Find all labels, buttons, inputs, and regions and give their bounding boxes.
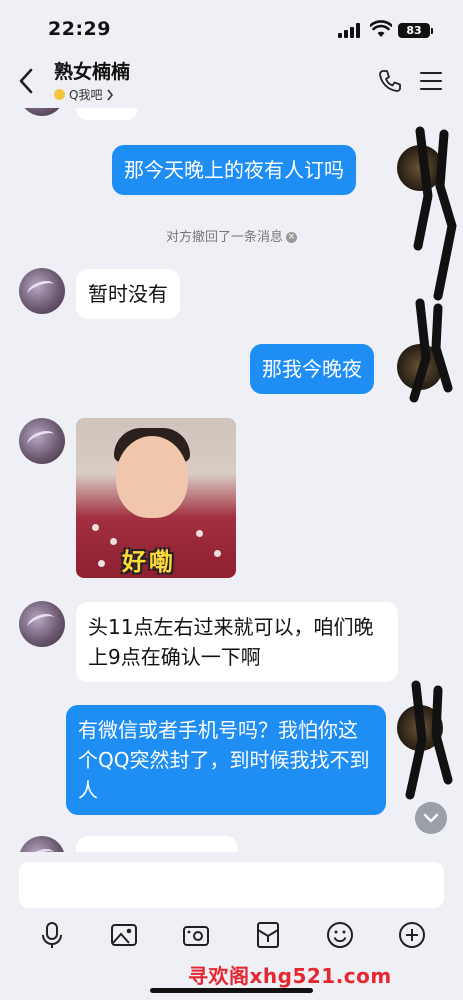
contact-avatar[interactable] bbox=[19, 836, 65, 853]
sticker-face bbox=[116, 436, 188, 518]
message-bubble-incoming[interactable]: 暂时没有 bbox=[76, 269, 180, 319]
input-toolbar: 寻欢阁xhg521.com bbox=[0, 852, 463, 1000]
home-indicator[interactable] bbox=[150, 988, 313, 993]
watermark-text: 寻欢阁xhg521.com bbox=[188, 964, 392, 988]
chevron-right-icon bbox=[107, 89, 114, 100]
avatar-decoration-icon bbox=[413, 126, 457, 301]
emoji-status-icon bbox=[54, 89, 65, 100]
status-time: 22:29 bbox=[48, 18, 111, 40]
status-bar: 22:29 83 bbox=[0, 0, 463, 50]
red-packet-icon[interactable] bbox=[253, 920, 283, 950]
chat-header: 熟女楠楠 Q我吧 bbox=[0, 50, 463, 108]
wifi-icon bbox=[370, 20, 392, 37]
battery-indicator: 83 bbox=[398, 23, 430, 38]
microphone-icon[interactable] bbox=[37, 920, 67, 950]
sticker-caption: 好嘞 bbox=[122, 548, 176, 576]
status-text: Q我吧 bbox=[69, 88, 103, 102]
avatar-decoration-icon bbox=[409, 298, 453, 403]
recall-close-icon[interactable]: × bbox=[286, 232, 297, 243]
contact-status[interactable]: Q我吧 bbox=[54, 86, 114, 103]
camera-icon[interactable] bbox=[181, 920, 211, 950]
contact-avatar[interactable] bbox=[19, 601, 65, 647]
recall-text: 对方撤回了一条消息 bbox=[165, 230, 283, 245]
avatar-decoration-icon bbox=[405, 680, 453, 800]
scroll-to-bottom-button[interactable] bbox=[415, 802, 447, 834]
emoji-icon[interactable] bbox=[325, 920, 355, 950]
phone-call-button[interactable] bbox=[377, 68, 403, 94]
contact-name[interactable]: 熟女楠楠 bbox=[54, 57, 130, 84]
menu-button[interactable] bbox=[420, 72, 442, 90]
contact-avatar[interactable] bbox=[19, 418, 65, 464]
message-input[interactable] bbox=[19, 862, 444, 908]
contact-avatar[interactable] bbox=[19, 268, 65, 314]
system-message: 对方撤回了一条消息 × bbox=[0, 226, 463, 245]
plus-icon[interactable] bbox=[397, 920, 427, 950]
message-bubble-outgoing[interactable]: 那今天晚上的夜有人订吗 bbox=[112, 145, 356, 195]
image-icon[interactable] bbox=[109, 920, 139, 950]
battery-tip bbox=[431, 28, 433, 34]
message-bubble-partial[interactable] bbox=[76, 836, 238, 853]
message-bubble-outgoing[interactable]: 那我今晚夜 bbox=[250, 344, 374, 394]
cellular-signal-icon bbox=[338, 22, 362, 38]
contact-avatar[interactable] bbox=[19, 108, 65, 116]
message-bubble-incoming[interactable]: 头11点左右过来就可以，咱们晚上9点在确认一下啊 bbox=[76, 602, 398, 682]
message-bubble-outgoing[interactable]: 有微信或者手机号吗？我怕你这个QQ突然封了，到时候我找不到人 bbox=[66, 705, 386, 815]
chat-area[interactable]: 那今天晚上的夜有人订吗 对方撤回了一条消息 × 暂时没有 那我今晚夜 好嘞 头11… bbox=[0, 108, 463, 853]
back-button[interactable] bbox=[14, 66, 40, 96]
message-bubble-partial[interactable] bbox=[76, 108, 138, 120]
sticker-image[interactable]: 好嘞 bbox=[76, 418, 236, 578]
